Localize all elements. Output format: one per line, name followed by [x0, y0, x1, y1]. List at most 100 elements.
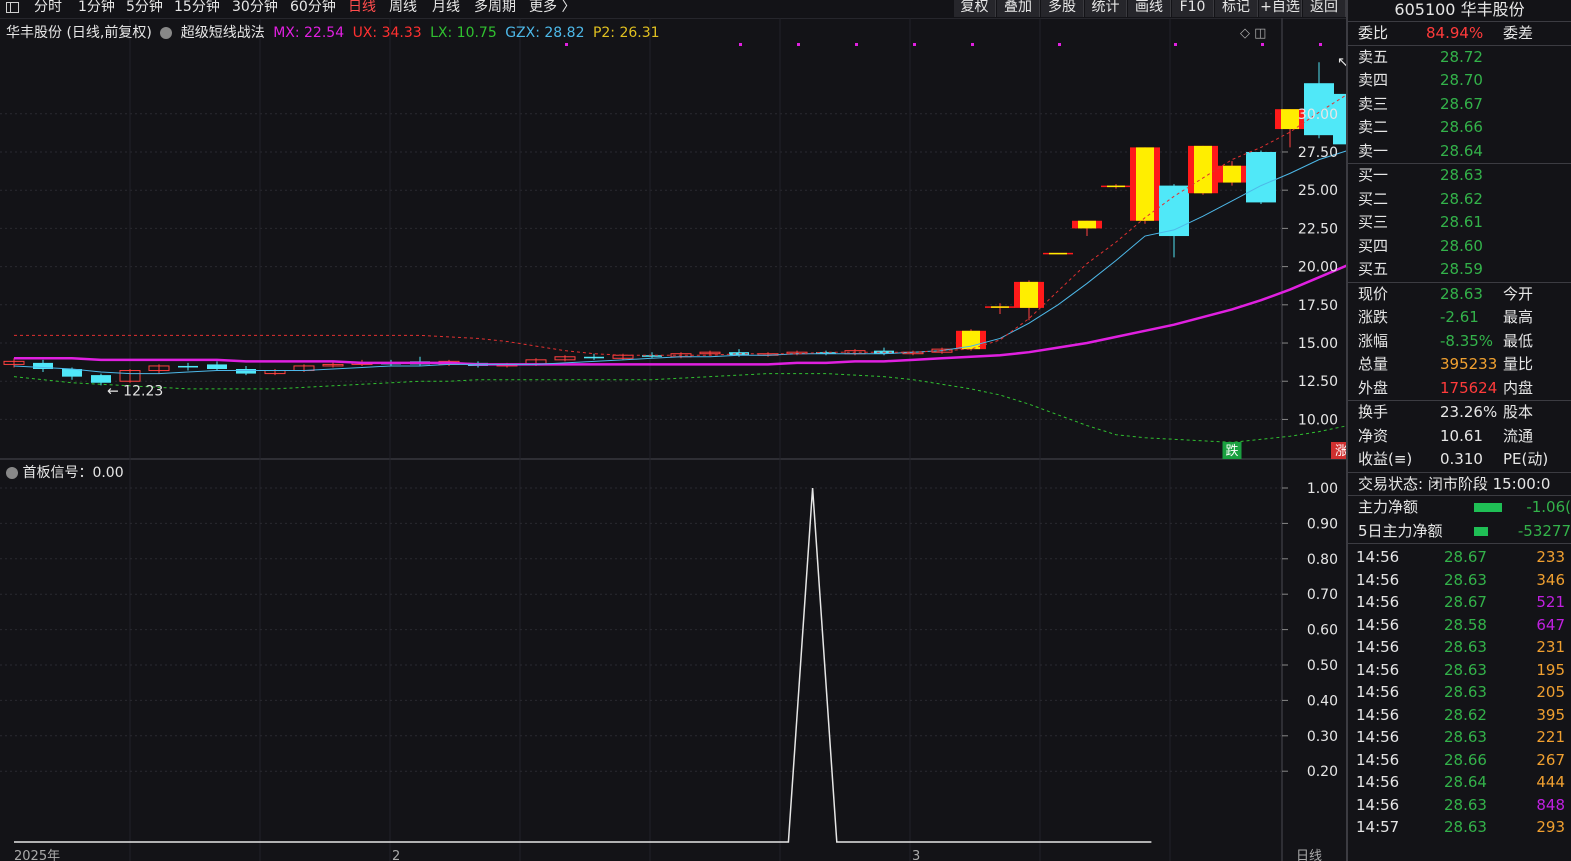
tick-price: 28.66 — [1444, 750, 1487, 769]
period-toolbar: 分时 1分钟 5分钟 15分钟 30分钟 60分钟 日线 周线 月线 多周期 更多 〉 复权 叠加 多股统… — [0, 0, 1346, 18]
bid-label: 买三 — [1358, 213, 1389, 231]
tick-volume: 521 — [1536, 593, 1565, 611]
tick-row: 14:56 28.67 233 — [1348, 546, 1571, 569]
tick-volume: 231 — [1536, 638, 1565, 656]
tick-price: 28.67 — [1444, 593, 1487, 611]
tick-volume: 195 — [1536, 660, 1565, 679]
kline-chart-area[interactable]: 30.00 27.50 25.00 22.50 20.00 17.50 15.00 12.50… — [0, 0, 1346, 861]
tick-price: 28.63 — [1444, 570, 1487, 589]
stat-row: 涨幅 -8.35% 最低 — [1348, 330, 1571, 354]
flow-bar-fill — [1474, 526, 1488, 536]
ask-row: 卖四 28.70 — [1348, 69, 1571, 93]
y-tick-label: 12.50 — [1298, 374, 1338, 390]
tick-row: 14:57 28.63 293 — [1348, 816, 1571, 839]
trade-status-text: 交易状态: 闭市阶段 15:00:0 — [1358, 474, 1551, 493]
tick-time: 14:56 — [1356, 773, 1400, 791]
tick-volume: 233 — [1536, 548, 1565, 566]
candle-body — [178, 365, 198, 368]
period-tab[interactable]: 月线 — [432, 0, 460, 14]
stat-row: 现价 28.63 今开 — [1348, 283, 1571, 307]
capital-flows: 主力净额 -1.06(5日主力净额 -53277 — [1348, 496, 1571, 544]
ask-row: 卖五 28.72 — [1348, 46, 1571, 70]
y-tick-label: 0.50 — [1307, 658, 1338, 674]
tick-row: 14:56 28.63 231 — [1348, 636, 1571, 659]
signal-dot — [971, 43, 974, 46]
toolbar-button[interactable]: +自选 — [1259, 0, 1302, 17]
marker-text: 涨榜 — [1335, 443, 1346, 459]
toolbar-button[interactable]: 复权 — [954, 0, 996, 17]
y-tick-label: 0.80 — [1307, 552, 1338, 568]
flow-row: 主力净额 -1.06( — [1348, 496, 1571, 520]
stat-label: 涨跌 — [1358, 308, 1389, 326]
stat-label-2: 股本 — [1503, 403, 1534, 421]
period-tab[interactable]: 更多 〉 — [529, 0, 575, 14]
candle-body — [236, 369, 256, 374]
tick-time: 14:56 — [1356, 795, 1400, 814]
sub-menu-icon[interactable] — [6, 467, 18, 479]
period-tab[interactable]: 多周期 — [474, 0, 516, 14]
toolbar-button[interactable]: 返回 — [1303, 0, 1346, 17]
stock-title: 605100 华丰股份 — [1348, 0, 1571, 22]
indicator-name[interactable]: 超级短线战法 — [181, 25, 265, 41]
toolbar-button[interactable]: 叠加 — [997, 0, 1040, 17]
indicator-menu-icon[interactable] — [160, 27, 173, 39]
bid-label: 买五 — [1358, 260, 1389, 278]
toolbar-button[interactable]: 多股 — [1041, 0, 1084, 17]
period-tab[interactable]: 30分钟 — [232, 0, 278, 14]
period-tab[interactable]: 5分钟 — [126, 0, 163, 14]
toolbar-button[interactable]: 统计 — [1085, 0, 1127, 17]
ask-price: 28.70 — [1440, 71, 1483, 89]
stat-value: 0.310 — [1440, 450, 1483, 468]
chart-settings-icons[interactable]: ◇ ◫ — [1240, 26, 1266, 41]
period-tab[interactable]: 1分钟 — [78, 0, 115, 14]
stock-period-label[interactable]: 华丰股份 (日线,前复权) — [6, 25, 152, 41]
tick-time: 14:56 — [1356, 570, 1400, 589]
trade-status: 交易状态: 闭市阶段 15:00:0 — [1348, 473, 1571, 496]
toolbar-button[interactable]: 标记 — [1215, 0, 1258, 17]
tick-price: 28.63 — [1444, 683, 1487, 701]
candle-body — [91, 375, 111, 383]
sub-indicator-label[interactable]: 首板信号：0.00 — [22, 465, 123, 481]
stat-value: -2.61 — [1440, 308, 1479, 326]
low-price-label: ← 12.23 — [107, 383, 163, 399]
sub-chart-legend: 首板信号：0.00 — [6, 462, 124, 482]
stat-label: 外盘 — [1358, 378, 1389, 397]
tick-price: 28.62 — [1444, 705, 1487, 724]
order-ratio-row: 委比 84.94% 委差 — [1348, 22, 1571, 46]
x-tick-label: 3 — [912, 849, 920, 861]
toolbar-button[interactable]: F10 — [1172, 0, 1214, 17]
period-tab[interactable]: 周线 — [389, 0, 417, 14]
tick-list[interactable]: 14:56 28.67 233 14:56 28.63 346 14:56 28.67 521 1… — [1348, 544, 1571, 839]
candle-body-inner — [1136, 147, 1154, 221]
candle — [1130, 147, 1160, 224]
period-tab[interactable]: 15分钟 — [174, 0, 220, 14]
stat-label-2: 最低 — [1503, 331, 1534, 350]
flow-value: -53277 — [1517, 521, 1571, 540]
tick-time: 14:56 — [1356, 683, 1400, 701]
x-period-label: 日线 — [1296, 849, 1322, 861]
window-icon[interactable] — [6, 2, 19, 13]
tick-time: 14:56 — [1356, 548, 1400, 566]
flow-bar-fill — [1474, 503, 1502, 512]
flow-label: 主力净额 — [1358, 498, 1419, 516]
period-tab[interactable]: 分时 — [34, 0, 62, 14]
stat-label: 收益(≡) — [1358, 450, 1413, 468]
candle — [1246, 150, 1276, 204]
y-tick-label: 27.50 — [1298, 145, 1338, 161]
tick-time: 14:56 — [1356, 705, 1400, 724]
tick-row: 14:56 28.63 205 — [1348, 681, 1571, 704]
toolbar-button[interactable]: 画线 — [1128, 0, 1171, 17]
period-tab[interactable]: 60分钟 — [290, 0, 336, 14]
period-tab[interactable]: 日线 — [348, 0, 376, 14]
tick-price: 28.63 — [1444, 795, 1487, 814]
tick-volume: 848 — [1536, 795, 1565, 814]
ask-row: 卖三 28.67 — [1348, 93, 1571, 117]
signal-dot — [913, 43, 916, 46]
signal-dot — [1261, 43, 1264, 46]
y-tick-label: 0.20 — [1307, 764, 1338, 780]
candle-body-inner — [1281, 109, 1299, 130]
tick-time: 14:56 — [1356, 728, 1400, 746]
y-tick-label: 25.00 — [1298, 183, 1338, 199]
ask-label: 卖五 — [1358, 47, 1389, 66]
stat-label-2: PE(动) — [1503, 450, 1549, 468]
